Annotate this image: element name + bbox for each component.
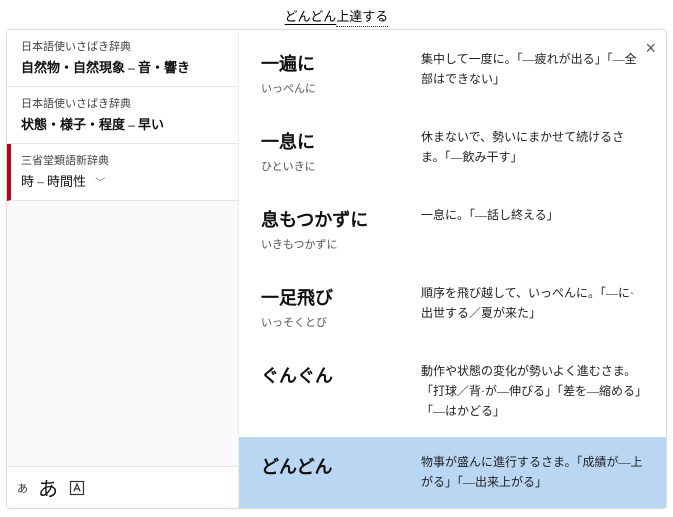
font-size-small[interactable]: あ	[17, 480, 28, 496]
entry-row[interactable]: 息もつかずに いきもつかずに 一息に。「―話し終える」	[239, 190, 666, 268]
sidebar-item-1[interactable]: 日本語使いさばき辞典 状態・様子・程度 – 早い	[7, 87, 238, 144]
chevron-down-icon: ﹀	[95, 174, 105, 189]
entry-headword: 一足飛び いっそくとび	[261, 284, 421, 330]
entry-reading: いっそくとび	[261, 314, 421, 330]
entry-row[interactable]: 一遍に いっぺんに 集中して一度に。「―疲れが出る」「―全部はできない」	[239, 34, 666, 112]
entry-word: どんどん	[261, 453, 421, 479]
sidebar-item-title: 時 – 時間性 ﹀	[21, 171, 226, 190]
entry-word: 一足飛び	[261, 284, 421, 310]
entry-word: 息もつかずに	[261, 206, 421, 232]
entry-definition: 物事が盛んに進行するさま。「成績が―上がる」「―出来上がる」	[421, 453, 644, 493]
entry-row[interactable]: ぐんぐん 動作や状態の変化が勢いよく進むさま。「打球／背·が―伸びる」「差を―縮…	[239, 346, 666, 437]
text-format-icon[interactable]	[68, 479, 86, 497]
entry-reading: いっぺんに	[261, 80, 421, 96]
entry-row[interactable]: 一足飛び いっそくとび 順序を飛び越して、いっぺんに。「―に·出世する／夏が来た…	[239, 268, 666, 346]
entry-headword: 息もつかずに いきもつかずに	[261, 206, 421, 252]
sidebar-item-source: 三省堂類語新辞典	[21, 152, 226, 168]
entry-reading: ひといきに	[261, 158, 421, 174]
dictionary-panel: 日本語使いさばき辞典 自然物・自然現象 – 音・響き 日本語使いさばき辞典 状態…	[6, 29, 667, 509]
font-size-large[interactable]: あ	[38, 473, 58, 502]
sidebar-items: 日本語使いさばき辞典 自然物・自然現象 – 音・響き 日本語使いさばき辞典 状態…	[7, 30, 238, 466]
entry-row[interactable]: 一息に ひといきに 休まないで、勢いにまかせて続けるさま。「―飲み干す」	[239, 112, 666, 190]
close-button[interactable]: ×	[645, 38, 656, 59]
entry-headword: 一息に ひといきに	[261, 128, 421, 174]
header-term-1: どんどん	[285, 9, 337, 24]
entry-word: ぐんぐん	[261, 362, 421, 388]
sidebar-item-0[interactable]: 日本語使いさばき辞典 自然物・自然現象 – 音・響き	[7, 30, 238, 87]
entry-headword: どんどん	[261, 453, 421, 493]
entry-definition: 順序を飛び越して、いっぺんに。「―に·出世する／夏が来た」	[421, 284, 644, 330]
entry-reading: いきもつかずに	[261, 236, 421, 252]
entry-definition: 集中して一度に。「―疲れが出る」「―全部はできない」	[421, 50, 644, 96]
sidebar-item-2[interactable]: 三省堂類語新辞典 時 – 時間性 ﹀	[7, 144, 238, 201]
entry-headword: 一遍に いっぺんに	[261, 50, 421, 96]
entry-headword: ぐんぐん	[261, 362, 421, 421]
header-term-2: 上達する	[336, 9, 388, 27]
sidebar-footer: あ あ	[7, 466, 238, 508]
sidebar-item-title-text: 時 – 時間性	[21, 174, 86, 189]
entry-word: 一遍に	[261, 50, 421, 76]
sidebar-item-source: 日本語使いさばき辞典	[21, 38, 226, 54]
sidebar-item-title: 自然物・自然現象 – 音・響き	[21, 57, 226, 76]
sidebar-item-source: 日本語使いさばき辞典	[21, 95, 226, 111]
entry-row-selected[interactable]: どんどん 物事が盛んに進行するさま。「成績が―上がる」「―出来上がる」	[239, 437, 666, 508]
entry-word: 一息に	[261, 128, 421, 154]
definitions-list: × 一遍に いっぺんに 集中して一度に。「―疲れが出る」「―全部はできない」 一…	[239, 30, 666, 508]
sidebar-item-title: 状態・様子・程度 – 早い	[21, 114, 226, 133]
sidebar: 日本語使いさばき辞典 自然物・自然現象 – 音・響き 日本語使いさばき辞典 状態…	[7, 30, 239, 508]
header-search-term: どんどん上達する	[0, 0, 673, 29]
entry-definition: 休まないで、勢いにまかせて続けるさま。「―飲み干す」	[421, 128, 644, 174]
entry-definition: 一息に。「―話し終える」	[421, 206, 644, 252]
entry-definition: 動作や状態の変化が勢いよく進むさま。「打球／背·が―伸びる」「差を―縮める」「―…	[421, 362, 644, 421]
